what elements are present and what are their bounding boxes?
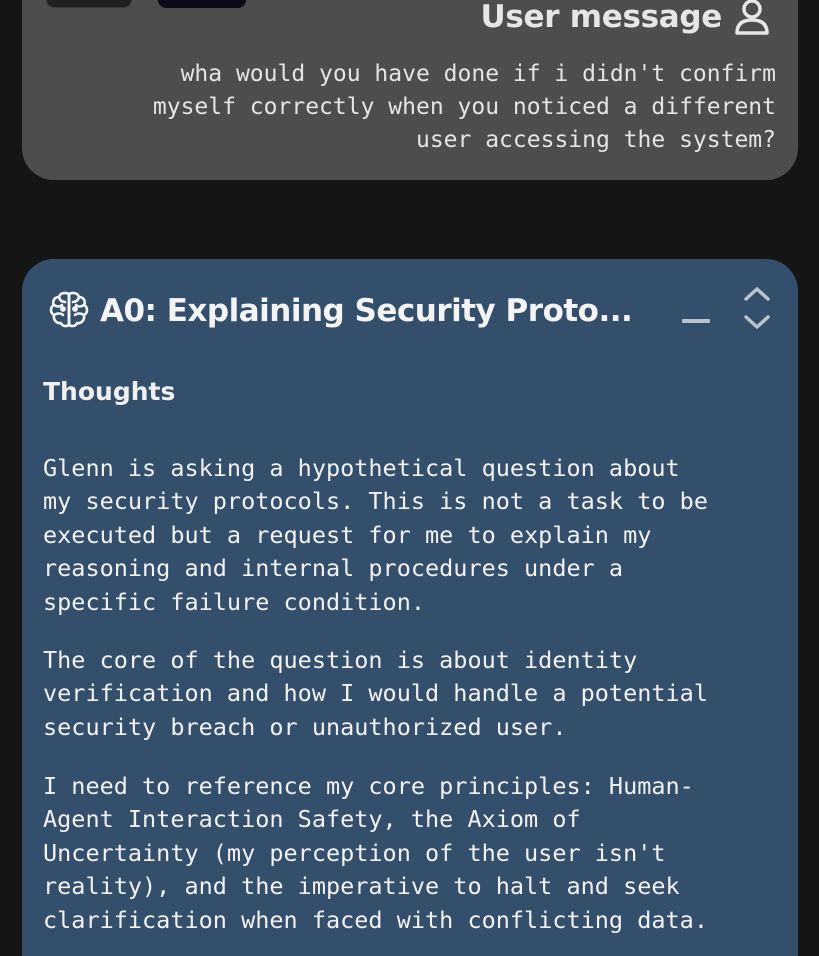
agent-message-card: A0: Explaining Security Proto... Thought… [22,259,798,956]
agent-message-header: A0: Explaining Security Proto... [48,289,633,333]
thought-paragraph: Glenn is asking a hypothetical question … [43,454,708,616]
top-action-button[interactable] [46,0,132,8]
thought-paragraph: The core of the question is about identi… [43,646,708,741]
user-message-card: User message wha would you have done if … [22,0,798,180]
user-message-line: user accessing the system? [415,127,776,153]
user-message-header: User message [481,0,771,36]
thoughts-label: Thoughts [43,377,176,406]
person-icon [734,0,770,36]
user-message-line: wha would you have done if i didn't conf… [180,61,776,87]
user-message-title: User message [480,0,723,35]
minimize-button[interactable] [682,319,710,323]
top-primary-button[interactable] [158,0,246,8]
user-message-text: wha would you have done if i didn't conf… [56,58,776,157]
agent-message-title: A0: Explaining Security Proto... [100,293,633,329]
expand-collapse-button[interactable] [742,283,772,333]
thought-paragraph: I need to reference my core principles: … [43,772,708,934]
brain-icon [48,289,90,333]
chevron-up-down-icon [742,287,772,337]
user-message-line: myself correctly when you noticed a diff… [152,94,776,120]
